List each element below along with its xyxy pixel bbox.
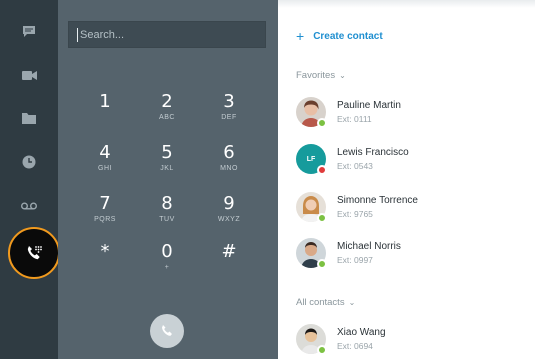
all-contacts-label: All contacts bbox=[296, 297, 345, 308]
dial-key-9[interactable]: 9 WXYZ bbox=[204, 194, 254, 234]
call-button[interactable] bbox=[150, 314, 184, 348]
plus-icon: + bbox=[296, 28, 305, 44]
dial-key-0[interactable]: 0 + bbox=[142, 242, 192, 282]
chevron-down-icon: ⌄ bbox=[339, 71, 346, 80]
dial-key-7[interactable]: 7 PQRS bbox=[80, 194, 130, 234]
chevron-down-icon: ⌄ bbox=[348, 298, 356, 307]
presence-busy-icon bbox=[317, 165, 327, 175]
contact-name: Lewis Francisco bbox=[337, 147, 409, 158]
favorites-toggle[interactable]: Favorites ⌄ bbox=[296, 70, 346, 81]
key-digit: 1 bbox=[99, 91, 111, 112]
phone-icon bbox=[162, 325, 172, 336]
key-digit: 8 bbox=[161, 193, 173, 214]
contact-name: Simonne Torrence bbox=[337, 195, 418, 206]
contact-item[interactable]: Pauline Martin Ext: 0111 bbox=[296, 97, 526, 131]
dial-key-8[interactable]: 8 TUV bbox=[142, 194, 192, 234]
dialpad-panel: 1 2 ABC 3 DEF 4 GHI 5 JKL 6 MNO 7 PQRS 8 TUV 9 W… bbox=[58, 0, 278, 359]
key-digit: 2 bbox=[161, 91, 173, 112]
key-letters: PQRS bbox=[94, 216, 116, 223]
contact-extension: Ext: 0694 bbox=[337, 341, 373, 351]
contact-item[interactable]: Michael Norris Ext: 0997 bbox=[296, 238, 526, 272]
contact-extension: Ext: 0543 bbox=[337, 161, 373, 171]
search-input[interactable] bbox=[80, 28, 250, 41]
create-contact-label: Create contact bbox=[313, 30, 383, 42]
dial-key-6[interactable]: 6 MNO bbox=[204, 143, 254, 183]
contact-extension: Ext: 0997 bbox=[337, 255, 373, 265]
contact-extension: Ext: 9765 bbox=[337, 209, 373, 219]
key-digit: # bbox=[221, 241, 237, 262]
contact-name: Xiao Wang bbox=[337, 327, 386, 338]
dial-key-5[interactable]: 5 JKL bbox=[142, 143, 192, 183]
dialpad-call-icon[interactable] bbox=[8, 227, 60, 279]
key-digit: 6 bbox=[223, 142, 235, 163]
key-letters: TUV bbox=[159, 216, 175, 223]
search-box[interactable] bbox=[68, 21, 266, 48]
presence-available-icon bbox=[317, 345, 327, 355]
key-letters: ABC bbox=[159, 114, 175, 121]
presence-available-icon bbox=[317, 213, 327, 223]
text-caret bbox=[77, 27, 78, 42]
key-letters: WXYZ bbox=[217, 216, 241, 223]
key-digit: 4 bbox=[99, 142, 111, 163]
presence-available-icon bbox=[317, 259, 327, 269]
dial-key-1[interactable]: 1 bbox=[80, 92, 130, 132]
voicemail-icon[interactable] bbox=[0, 188, 58, 224]
key-letters: + bbox=[164, 264, 170, 271]
avatar-initials: LF bbox=[306, 155, 316, 163]
contact-item[interactable]: LF Lewis Francisco Ext: 0543 bbox=[296, 144, 526, 178]
dial-key-3[interactable]: 3 DEF bbox=[204, 92, 254, 132]
key-letters: MNO bbox=[220, 165, 238, 172]
contact-name: Michael Norris bbox=[337, 241, 401, 252]
key-digit: 7 bbox=[99, 193, 111, 214]
folder-icon[interactable] bbox=[0, 100, 58, 136]
key-digit: 5 bbox=[161, 142, 173, 163]
contact-item[interactable]: Xiao Wang Ext: 0694 bbox=[296, 324, 526, 358]
favorites-label: Favorites bbox=[296, 70, 336, 81]
create-contact-button[interactable]: + Create contact bbox=[296, 28, 383, 44]
dial-key-2[interactable]: 2 ABC bbox=[142, 92, 192, 132]
video-camera-icon[interactable] bbox=[0, 57, 58, 93]
key-letters: JKL bbox=[160, 165, 174, 172]
key-digit: 0 bbox=[161, 241, 173, 262]
navigation-rail bbox=[0, 0, 60, 359]
clock-icon[interactable] bbox=[0, 144, 58, 180]
key-digit: 3 bbox=[223, 91, 235, 112]
key-letters: GHI bbox=[98, 165, 112, 172]
contact-item[interactable]: Simonne Torrence Ext: 9765 bbox=[296, 192, 526, 226]
key-digit: 9 bbox=[223, 193, 235, 214]
contact-name: Pauline Martin bbox=[337, 100, 401, 111]
key-letters: DEF bbox=[221, 114, 237, 121]
contacts-panel: + Create contact Favorites ⌄ Pauline Mar… bbox=[278, 0, 535, 359]
dial-key-star[interactable]: * bbox=[80, 242, 130, 282]
dial-key-hash[interactable]: # bbox=[204, 242, 254, 282]
key-digit: * bbox=[100, 241, 110, 262]
contact-extension: Ext: 0111 bbox=[337, 114, 372, 124]
presence-available-icon bbox=[317, 118, 327, 128]
chat-icon[interactable] bbox=[0, 13, 58, 49]
all-contacts-toggle[interactable]: All contacts ⌄ bbox=[296, 297, 355, 308]
dial-key-4[interactable]: 4 GHI bbox=[80, 143, 130, 183]
